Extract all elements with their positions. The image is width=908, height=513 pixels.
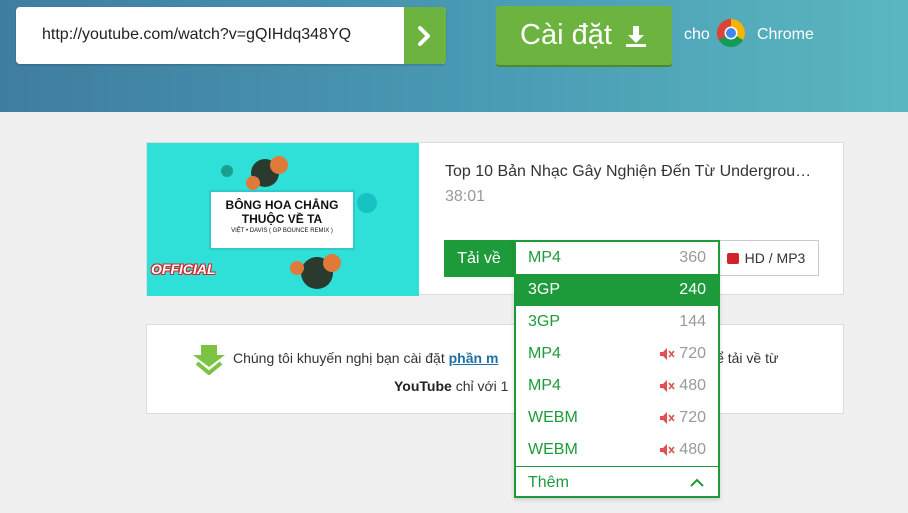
format-quality: 720 — [659, 345, 706, 363]
chevron-right-icon — [418, 25, 430, 46]
format-name: MP4 — [528, 345, 561, 362]
format-quality: 720 — [659, 409, 706, 427]
format-option[interactable]: 3GP 144 — [516, 306, 718, 338]
go-button[interactable] — [404, 7, 446, 64]
header-bar: http://youtube.com/watch?v=gQIHdq348YQ C… — [0, 0, 908, 112]
format-quality-value: 144 — [679, 313, 706, 330]
muted-icon — [660, 412, 675, 424]
url-input[interactable]: http://youtube.com/watch?v=gQIHdq348YQ — [16, 7, 446, 64]
more-formats-button[interactable]: Thêm — [516, 466, 718, 498]
video-duration: 38:01 — [445, 188, 486, 205]
format-quality: 360 — [679, 249, 706, 267]
format-quality: 480 — [659, 377, 706, 395]
download-icon — [625, 25, 646, 47]
thumbnail-title-box: BÔNG HOA CHẲNG THUỘC VỀ TA VIỆT • DAVIS … — [209, 190, 355, 250]
format-quality: 480 — [659, 441, 706, 459]
more-formats-label: Thêm — [528, 473, 569, 491]
format-option[interactable]: MP4 480 — [516, 370, 718, 402]
format-option[interactable]: 3GP 240 — [516, 274, 718, 306]
format-quality: 144 — [679, 313, 706, 331]
format-option[interactable]: MP4 720 — [516, 338, 718, 370]
video-card: BÔNG HOA CHẲNG THUỘC VỀ TA VIỆT • DAVIS … — [146, 142, 844, 296]
format-quality-value: 720 — [679, 345, 706, 362]
format-quality-value: 240 — [679, 281, 706, 298]
format-dropdown: MP4 360 3GP 240 3GP 144 MP4 720 MP4 480 WEBM 720 WEB… — [514, 240, 720, 498]
video-title: Top 10 Bản Nhạc Gây Nghiện Đến Từ Underg… — [445, 163, 812, 180]
format-name: WEBM — [528, 409, 578, 426]
muted-icon — [660, 380, 675, 392]
format-option[interactable]: WEBM 480 — [516, 434, 718, 466]
thumbnail-credit: VIỆT • DAVIS ( GP BOUNCE REMIX ) — [231, 228, 333, 234]
download-arrow-icon — [193, 345, 225, 375]
muted-icon — [660, 348, 675, 360]
format-quality-value: 720 — [679, 409, 706, 426]
for-label: cho — [684, 26, 710, 43]
chrome-logo-icon — [717, 19, 745, 47]
format-name: WEBM — [528, 441, 578, 458]
install-button-label: Cài đặt — [520, 19, 612, 51]
recommend-text-line2: YouTube chỉ với 1 — [394, 378, 509, 394]
format-name: 3GP — [528, 313, 561, 330]
format-quality-value: 480 — [679, 441, 706, 458]
browser-name: Chrome — [757, 26, 814, 43]
format-quality-value: 480 — [679, 377, 706, 394]
recommend-software-link[interactable]: phần m — [449, 350, 499, 366]
format-name: MP4 — [528, 249, 561, 266]
download-badge-icon — [726, 252, 739, 264]
format-option[interactable]: MP4 360 — [516, 242, 718, 274]
download-label: Tải về — [444, 240, 514, 277]
url-input-value[interactable]: http://youtube.com/watch?v=gQIHdq348YQ — [42, 26, 351, 44]
format-option[interactable]: WEBM 720 — [516, 402, 718, 434]
hd-mp3-label: HD / MP3 — [744, 250, 806, 266]
hd-mp3-button[interactable]: HD / MP3 — [713, 240, 819, 276]
install-button[interactable]: Cài đặt — [496, 6, 672, 65]
format-name: MP4 — [528, 377, 561, 394]
thumbnail-title-line1: BÔNG HOA CHẲNG — [225, 198, 339, 212]
muted-icon — [660, 444, 675, 456]
format-name: 3GP — [528, 281, 561, 298]
thumbnail-title-line2: THUỘC VỀ TA — [241, 212, 323, 226]
official-badge: OFFICIAL — [151, 261, 216, 277]
video-thumbnail[interactable]: BÔNG HOA CHẲNG THUỘC VỀ TA VIỆT • DAVIS … — [147, 143, 419, 296]
chevron-up-icon — [690, 478, 704, 487]
format-quality-value: 360 — [679, 249, 706, 266]
recommend-box: Chúng tôi khuyến nghị bạn cài đặt phần m… — [146, 324, 844, 414]
format-quality: 240 — [679, 281, 706, 299]
